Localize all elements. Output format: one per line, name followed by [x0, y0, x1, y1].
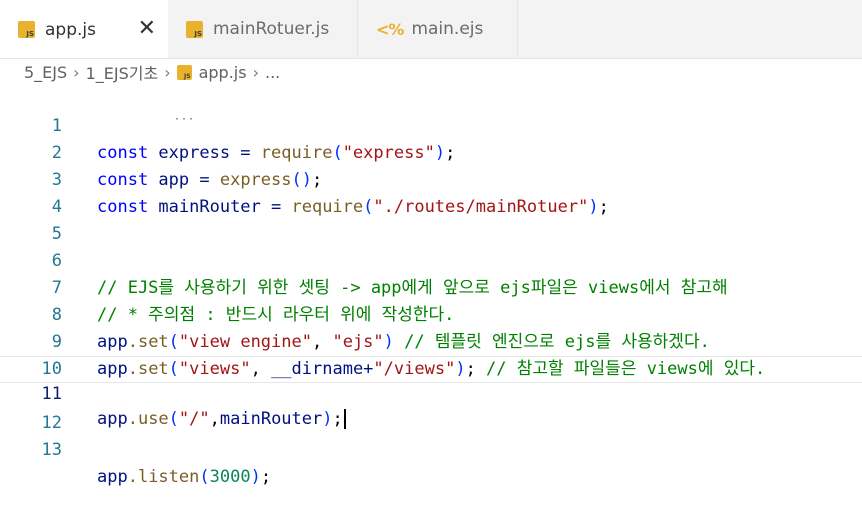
chevron-right-icon: › — [164, 62, 171, 82]
code-line[interactable]: 10 — [0, 329, 862, 379]
tab-label: main.ejs — [411, 19, 484, 39]
js-file-icon — [176, 64, 192, 80]
js-file-icon — [186, 20, 203, 38]
tab-mainrotuer-js[interactable]: mainRotuer.js — [168, 0, 358, 58]
close-icon[interactable]: ✕ — [138, 18, 156, 40]
tab-app-js[interactable]: app.js ✕ — [0, 0, 168, 58]
tab-bar: app.js ✕ mainRotuer.js <% main.ejs — [0, 0, 862, 59]
ejs-file-icon: <% — [376, 19, 404, 39]
code-line[interactable]: 9 app.set("views", __dirname+"/views"); … — [0, 302, 862, 379]
js-file-icon — [18, 21, 35, 38]
token-paren: ) — [250, 467, 261, 487]
code-line[interactable]: 7 // * 주의점 : 반드시 라우터 위에 작성한다. — [0, 248, 862, 325]
token-paren: ( — [199, 467, 210, 487]
code-line[interactable]: 6 // EJS를 사용하기 위한 셋팅 -> app에게 앞으로 ejs파일은… — [0, 221, 862, 298]
breadcrumb-item-symbols[interactable]: ... — [265, 63, 280, 82]
token-function: .listen — [127, 467, 200, 487]
tab-main-ejs[interactable]: <% main.ejs — [358, 0, 518, 58]
token-punct: ; — [260, 467, 272, 487]
tab-label: mainRotuer.js — [213, 19, 330, 39]
tab-label: app.js — [45, 19, 96, 40]
code-line[interactable]: 13 app.listen(3000); — [0, 410, 862, 487]
code-line[interactable]: 2 const app = express(); — [0, 113, 862, 190]
line-number: 13 — [41, 440, 62, 460]
code-line[interactable]: 4 — [0, 167, 862, 217]
code-editor[interactable]: 1 const express = require("express"); ··… — [0, 86, 862, 487]
code-line[interactable]: 1 const express = require("express"); ··… — [0, 86, 862, 163]
token-variable: app — [97, 467, 128, 487]
code-text[interactable]: app.listen(3000); — [97, 464, 271, 491]
code-line[interactable]: 8 app.set("view engine", "ejs") // 템플릿 엔… — [0, 275, 862, 352]
chevron-right-icon: › — [73, 62, 80, 82]
code-line[interactable]: 5 — [0, 194, 862, 244]
code-line[interactable]: 12 — [0, 383, 862, 433]
breadcrumb: 5_EJS › 1_EJS기초 › app.js › ... — [0, 58, 862, 86]
code-line-current[interactable]: 11 app.use("/",mainRouter); — [0, 356, 862, 429]
breadcrumb-item-file[interactable]: app.js — [199, 63, 247, 82]
code-line[interactable]: 3 const mainRouter = require("./routes/m… — [0, 140, 862, 217]
breadcrumb-item-subfolder[interactable]: 1_EJS기초 — [86, 60, 159, 84]
breadcrumb-item-folder[interactable]: 5_EJS — [24, 63, 67, 82]
token-number: 3000 — [209, 467, 251, 487]
chevron-right-icon: › — [252, 62, 259, 82]
